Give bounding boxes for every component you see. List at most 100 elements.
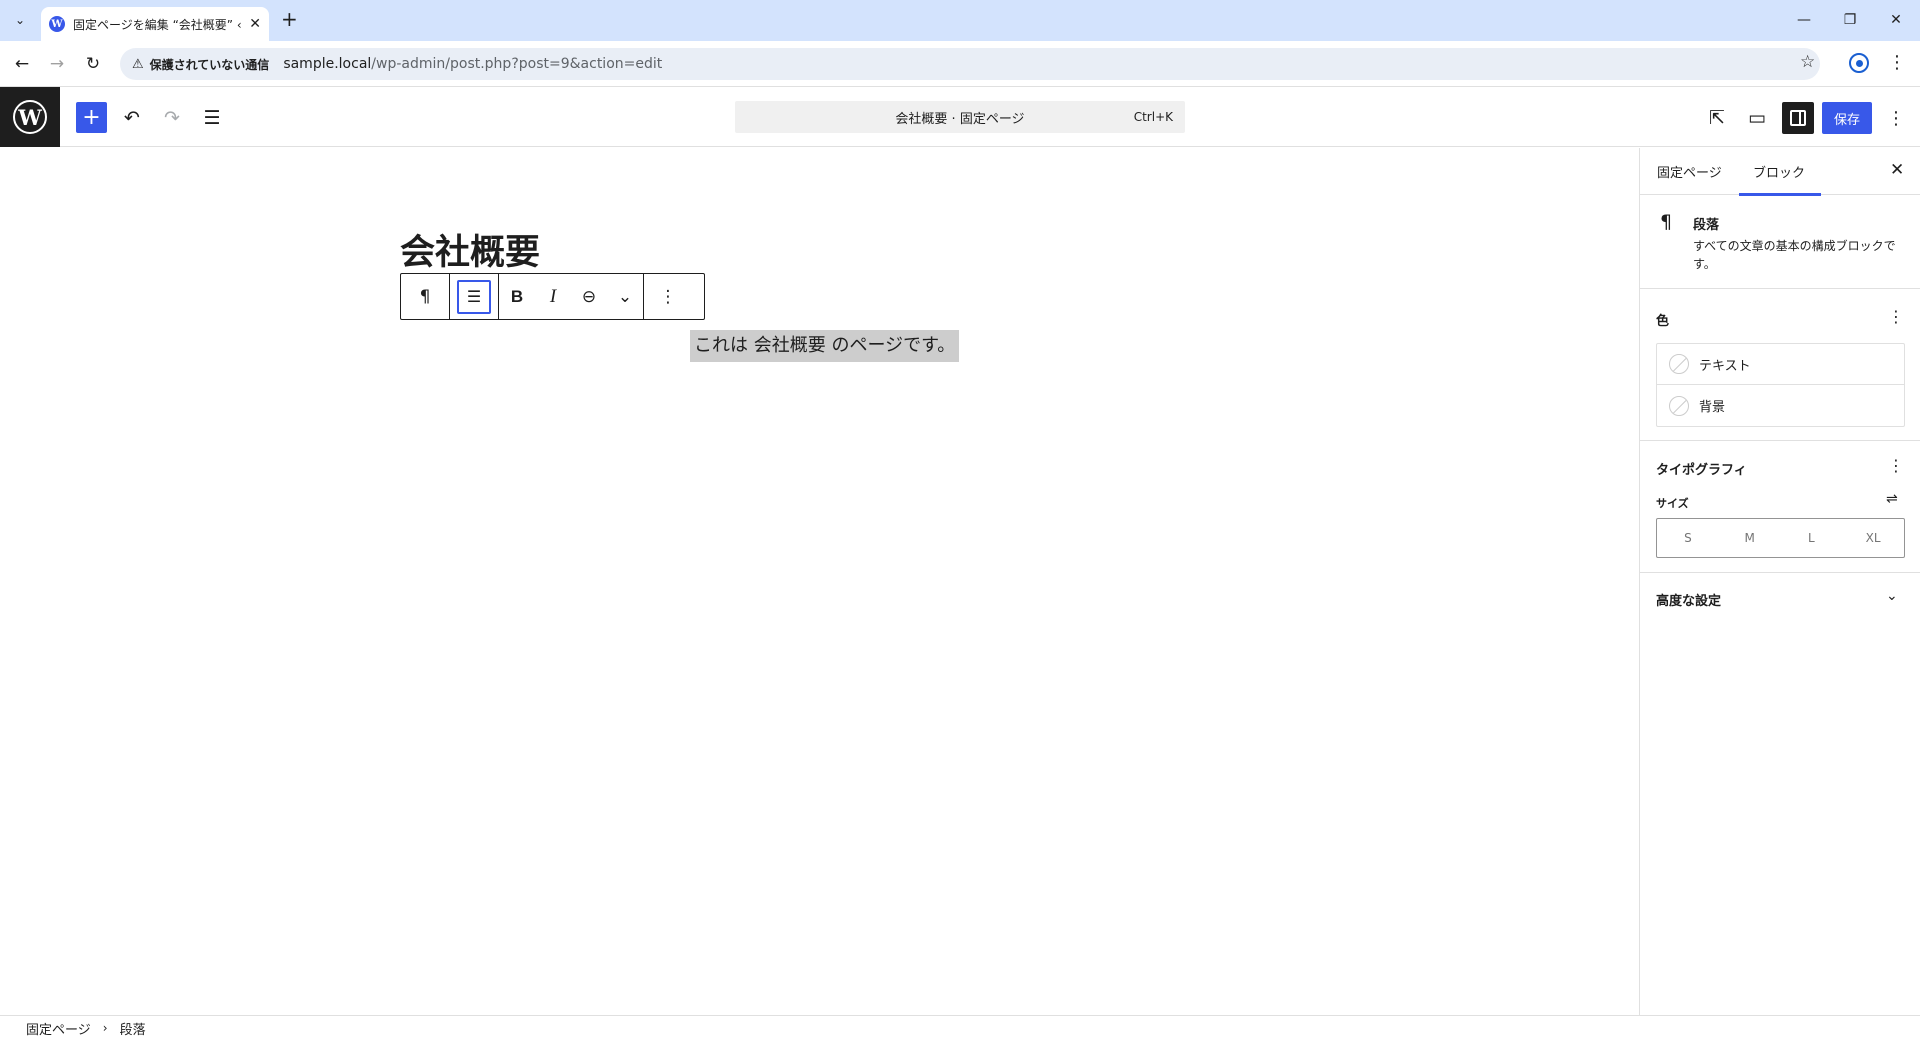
new-tab-button[interactable]: + <box>281 9 298 29</box>
view-page-button[interactable]: ⇱ <box>1701 102 1733 134</box>
color-panel-title: 色 <box>1656 314 1670 329</box>
block-card-title: 段落 <box>1693 218 1720 233</box>
undo-icon: ↶ <box>124 107 140 129</box>
window-close-icon[interactable]: ✕ <box>1873 8 1919 32</box>
breadcrumb-item-block: 段落 <box>119 1022 146 1038</box>
more-vertical-icon: ⋮ <box>659 286 677 307</box>
block-inserter-button[interactable]: + <box>76 102 107 133</box>
block-switcher-group: ¶ <box>401 274 450 319</box>
url-path: /wp-admin/post.php?post=9&action=edit <box>371 56 663 72</box>
paragraph-icon: ¶ <box>1660 211 1673 233</box>
list-view-icon: ☰ <box>203 107 221 129</box>
bold-icon: B <box>510 286 524 306</box>
editor-canvas[interactable]: 会社概要 ¶ ☰ B I ⊖ ⌄ ⋮ これは 会社概要 のページです。 <box>0 148 1639 1015</box>
chevron-right-icon: › <box>102 1021 108 1035</box>
chevron-down-icon[interactable]: ⌄ <box>1886 588 1898 604</box>
size-option-m[interactable]: M <box>1719 519 1781 557</box>
url-host: sample.local <box>283 56 372 72</box>
panel-divider <box>1640 572 1920 573</box>
custom-size-settings-icon[interactable]: ⇌ <box>1886 491 1898 507</box>
typography-options-icon[interactable]: ⋮ <box>1888 456 1904 475</box>
sidebar-tabs: 固定ページ ブロック ✕ <box>1640 148 1920 196</box>
settings-sidebar: 固定ページ ブロック ✕ ¶ 段落 すべての文章の基本の構成ブロックです。 色 … <box>1639 148 1920 1015</box>
minimize-icon[interactable]: — <box>1781 8 1827 32</box>
more-formats-button[interactable]: ⌄ <box>607 274 643 319</box>
font-size-label: サイズ <box>1656 497 1689 510</box>
close-sidebar-icon[interactable]: ✕ <box>1890 160 1904 180</box>
options-menu-icon[interactable]: ⋮ <box>1884 102 1908 134</box>
link-icon: ⊖ <box>581 286 597 307</box>
chevron-down-icon: ⌄ <box>14 13 26 27</box>
redo-icon: ↷ <box>164 107 180 129</box>
options-group: ⋮ <box>644 274 692 319</box>
color-item-text[interactable]: テキスト <box>1657 344 1904 385</box>
wordpress-favicon-icon: W <box>49 16 65 32</box>
align-text-button[interactable]: ☰ <box>450 274 498 319</box>
italic-button[interactable]: I <box>535 274 571 319</box>
settings-toggle-button[interactable] <box>1782 102 1814 134</box>
size-option-s[interactable]: S <box>1657 519 1719 557</box>
tab-search-button[interactable]: ⌄ <box>8 8 32 32</box>
size-option-xl[interactable]: XL <box>1842 519 1904 557</box>
color-swatch-icon <box>1669 354 1689 374</box>
sidebar-icon <box>1790 110 1806 126</box>
browser-tab-active[interactable]: W 固定ページを編集 “会社概要” ‹ サ ✕ <box>41 7 269 41</box>
editor-header: W + ↶ ↷ ☰ 会社概要 · 固定ページ Ctrl+K ⇱ ▭ 保存 ⋮ <box>0 87 1920 147</box>
tab-block[interactable]: ブロック <box>1738 148 1822 196</box>
block-type-button[interactable]: ¶ <box>401 274 449 319</box>
browser-tabstrip: ⌄ W 固定ページを編集 “会社概要” ‹ サ ✕ + — ❐ ✕ <box>0 0 1920 41</box>
italic-icon: I <box>549 285 557 307</box>
advanced-panel-title[interactable]: 高度な設定 <box>1656 590 1721 609</box>
tab-title: 固定ページを編集 “会社概要” ‹ サ <box>73 17 241 32</box>
color-item-label: 背景 <box>1699 400 1726 415</box>
align-center-icon: ☰ <box>457 279 491 314</box>
chevron-down-icon: ⌄ <box>617 286 633 307</box>
post-title[interactable]: 会社概要 <box>400 224 540 275</box>
profile-icon[interactable] <box>1849 53 1869 73</box>
link-button[interactable]: ⊖ <box>571 274 607 319</box>
align-group: ☰ <box>450 274 499 319</box>
size-option-l[interactable]: L <box>1781 519 1843 557</box>
back-icon[interactable]: ← <box>10 52 34 76</box>
tab-page[interactable]: 固定ページ <box>1657 148 1722 195</box>
address-bar[interactable]: ⚠ 保護されていない通信 sample.local/wp-admin/post.… <box>120 48 1820 80</box>
command-palette-button[interactable]: 会社概要 · 固定ページ Ctrl+K <box>735 101 1185 133</box>
external-link-icon: ⇱ <box>1709 107 1725 129</box>
restore-icon[interactable]: ❐ <box>1827 8 1873 32</box>
block-card: ¶ 段落 すべての文章の基本の構成ブロックです。 <box>1640 195 1920 289</box>
block-card-description: すべての文章の基本の構成ブロックです。 <box>1693 239 1896 271</box>
color-options-icon[interactable]: ⋮ <box>1888 307 1904 326</box>
undo-button[interactable]: ↶ <box>116 102 148 134</box>
document-overview-button[interactable]: ☰ <box>196 102 228 134</box>
breadcrumb-item-page[interactable]: 固定ページ <box>26 1019 91 1038</box>
format-group: B I ⊖ ⌄ <box>499 274 644 319</box>
redo-button[interactable]: ↷ <box>156 102 188 134</box>
tab-close-icon[interactable]: ✕ <box>249 16 261 32</box>
breadcrumb: 固定ページ › 段落 <box>0 1015 1920 1040</box>
wordpress-logo-icon: W <box>13 100 47 134</box>
color-item-background[interactable]: 背景 <box>1657 385 1904 426</box>
browser-toolbar: ← → ↻ ⚠ 保護されていない通信 sample.local/wp-admin… <box>0 41 1920 87</box>
warning-icon: ⚠ <box>132 56 144 72</box>
browser-menu-icon[interactable]: ⋮ <box>1888 52 1906 73</box>
security-status[interactable]: 保護されていない通信 <box>150 56 270 73</box>
reload-icon[interactable]: ↻ <box>81 52 105 76</box>
wordpress-logo-button[interactable]: W <box>0 87 60 147</box>
command-shortcut: Ctrl+K <box>1133 110 1173 124</box>
forward-icon[interactable]: → <box>45 52 69 76</box>
paragraph-icon: ¶ <box>419 286 431 307</box>
typography-panel-title: タイポグラフィ <box>1656 463 1747 478</box>
font-size-toggle: S M L XL <box>1656 518 1905 558</box>
color-list: テキスト 背景 <box>1656 343 1905 427</box>
color-swatch-icon <box>1669 395 1689 416</box>
bookmark-star-icon[interactable]: ☆ <box>1800 52 1815 72</box>
bold-button[interactable]: B <box>499 274 535 319</box>
paragraph-block[interactable]: これは 会社概要 のページです。 <box>690 330 960 362</box>
save-button[interactable]: 保存 <box>1822 102 1872 134</box>
block-options-button[interactable]: ⋮ <box>644 274 692 319</box>
plus-icon: + <box>82 105 101 130</box>
document-title: 会社概要 · 固定ページ <box>895 111 1025 127</box>
preview-button[interactable]: ▭ <box>1741 102 1773 134</box>
panel-divider <box>1640 440 1920 441</box>
block-toolbar: ¶ ☰ B I ⊖ ⌄ ⋮ <box>400 273 705 320</box>
